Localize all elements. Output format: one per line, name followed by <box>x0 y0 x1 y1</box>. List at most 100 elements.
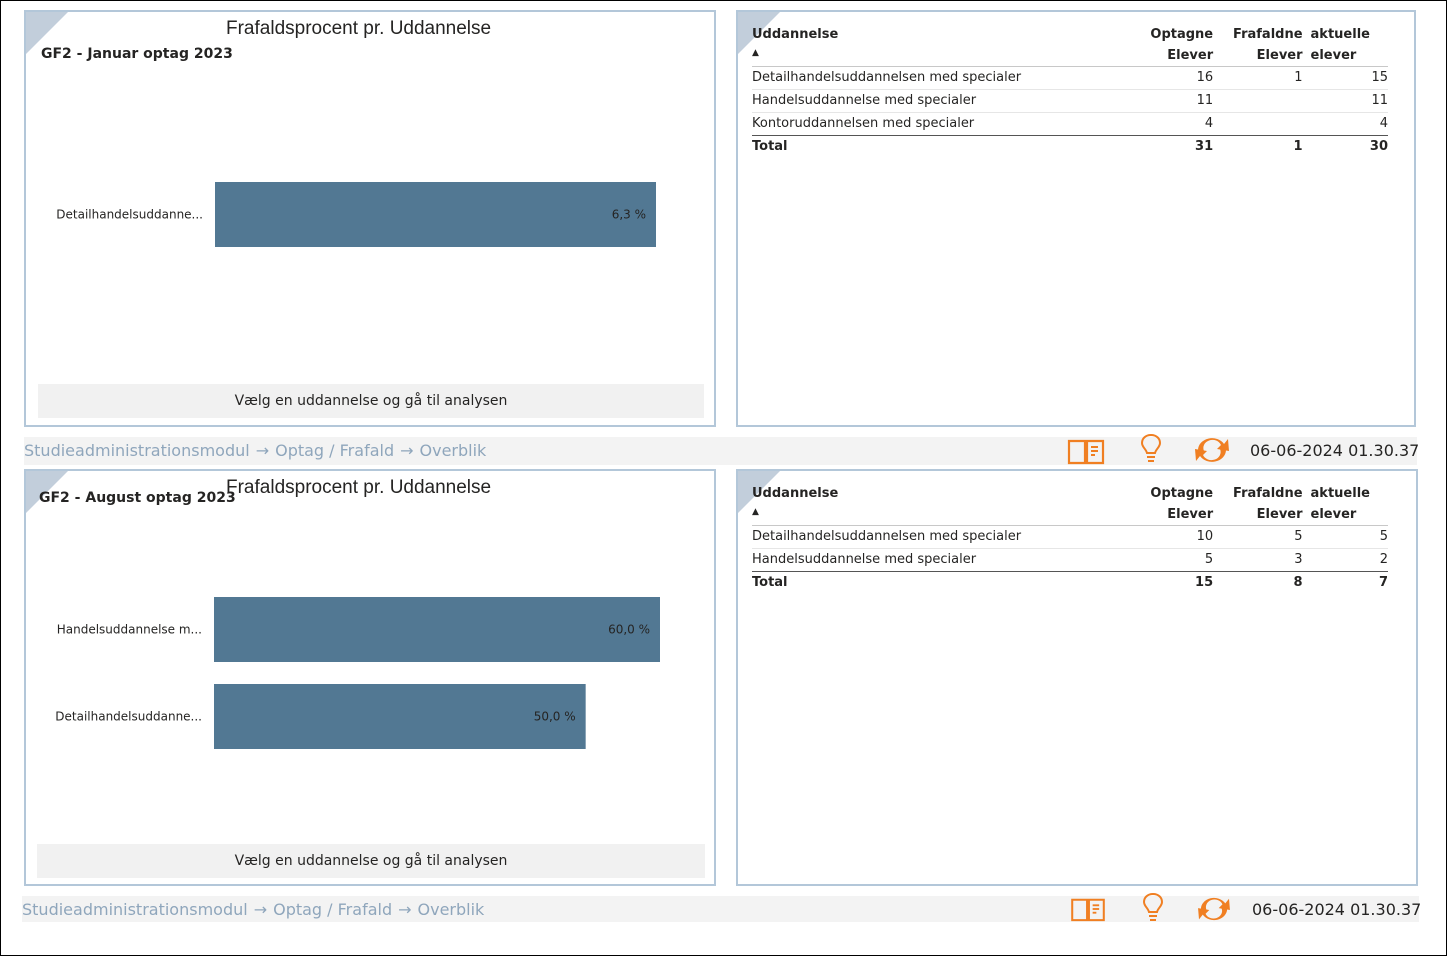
table-header-row: Uddannelse ▲ Optagne Elever Frafaldne Elev… <box>752 24 1388 67</box>
cell-optagne: 4 <box>1125 112 1214 136</box>
cell-frafaldne <box>1213 112 1303 136</box>
chart-title: Frafaldsprocent pr. Uddannelse <box>226 18 492 39</box>
chart-title: Frafaldsprocent pr. Uddannelse <box>226 477 492 498</box>
col-header-label: Uddannelse <box>752 27 839 42</box>
table-row[interactable]: Handelsuddannelse med specialer 11 11 <box>752 89 1388 113</box>
breadcrumb-item[interactable]: Optag / Frafald <box>275 441 394 460</box>
arrow-right-icon: → <box>400 441 414 460</box>
col-header-label: aktuelle <box>1310 486 1370 501</box>
table-row[interactable]: Handelsuddannelse med specialer 5 3 2 <box>752 548 1388 572</box>
cell-uddannelse: Handelsuddannelse med specialer <box>752 548 1126 572</box>
cell-frafaldne: 1 <box>1213 66 1303 90</box>
col-header-label: aktuelle <box>1310 27 1370 42</box>
refresh-icon[interactable] <box>1192 434 1232 466</box>
col-header-uddannelse[interactable]: Uddannelse ▲ <box>752 24 1126 67</box>
table-total-row: Total 15 8 7 <box>752 571 1388 594</box>
col-header-label: Optagne <box>1150 486 1214 501</box>
cell-total-label: Total <box>752 571 1126 594</box>
cell-frafaldne <box>1213 89 1303 113</box>
cell-uddannelse: Kontoruddannelsen med specialer <box>752 112 1126 136</box>
table-panel-august: Uddannelse ▲ Optagne Elever Frafaldne Elev… <box>736 469 1418 886</box>
col-header-optagne[interactable]: Optagne Elever <box>1125 483 1214 526</box>
cell-aktuelle: 11 <box>1302 89 1388 113</box>
last-refresh-timestamp: 06-06-2024 01.30.37 <box>1252 900 1422 919</box>
sort-ascending-icon: ▲ <box>752 507 759 517</box>
breadcrumb-item[interactable]: Overblik <box>418 900 485 919</box>
cell-total-aktuelle: 30 <box>1302 135 1388 158</box>
col-header-label: Elever <box>1256 507 1303 522</box>
arrow-right-icon: → <box>253 900 268 919</box>
footer-bar: Studieadministrationsmodul → Optag / Frafa… <box>24 433 1420 466</box>
sort-ascending-icon: ▲ <box>752 48 759 58</box>
chart-panel-august: Frafaldsprocent pr. Uddannelse GF2 - Aug… <box>24 469 716 886</box>
cell-total-label: Total <box>752 135 1126 158</box>
breadcrumb-item[interactable]: Overblik <box>420 441 487 460</box>
category-label[interactable]: Handelsuddannelse m... <box>57 623 202 637</box>
col-header-uddannelse[interactable]: Uddannelse ▲ <box>752 483 1126 526</box>
col-header-frafaldne[interactable]: Frafaldne Elever <box>1213 483 1303 526</box>
col-header-label: Elever <box>1167 507 1214 522</box>
data-label: 6,3 % <box>612 208 646 222</box>
go-to-analysis-button[interactable]: Vælg en uddannelse og gå til analysen <box>38 384 704 418</box>
cell-aktuelle: 4 <box>1302 112 1388 136</box>
bar[interactable] <box>214 684 586 749</box>
breadcrumb: Studieadministrationsmodul → Optag / Frafa… <box>22 900 484 919</box>
cell-uddannelse: Detailhandelsuddannelsen med specialer <box>752 525 1126 549</box>
uddannelse-table: Uddannelse ▲ Optagne Elever Frafaldne Elev… <box>752 483 1388 594</box>
col-header-label: Elever <box>1256 48 1303 63</box>
col-header-optagne[interactable]: Optagne Elever <box>1125 24 1214 67</box>
chart-subtitle: GF2 - Januar optag 2023 <box>41 46 233 62</box>
cell-frafaldne: 5 <box>1213 525 1303 549</box>
col-header-label: elever <box>1310 48 1357 63</box>
arrow-right-icon: → <box>255 441 270 460</box>
col-header-frafaldne[interactable]: Frafaldne Elever <box>1213 24 1303 67</box>
go-to-analysis-button[interactable]: Vælg en uddannelse og gå til analysen <box>37 844 705 878</box>
last-refresh-timestamp: 06-06-2024 01.30.37 <box>1250 441 1420 460</box>
breadcrumb: Studieadministrationsmodul → Optag / Frafa… <box>24 441 486 460</box>
table-row[interactable]: Detailhandelsuddannelsen med specialer 1… <box>752 66 1388 90</box>
lightbulb-icon[interactable] <box>1141 892 1165 922</box>
bar-chart: Handelsuddannelse m... 60,0 % Detailhandel… <box>55 597 660 749</box>
cell-aktuelle: 2 <box>1302 548 1388 572</box>
arrow-right-icon: → <box>398 900 412 919</box>
col-header-label: Uddannelse <box>752 486 839 501</box>
cell-aktuelle: 5 <box>1302 525 1388 549</box>
cell-optagne: 10 <box>1125 525 1214 549</box>
cell-aktuelle: 15 <box>1302 66 1388 90</box>
category-label[interactable]: Detailhandelsuddanne... <box>56 208 203 222</box>
table-total-row: Total 31 1 30 <box>752 135 1388 158</box>
category-label[interactable]: Detailhandelsuddanne... <box>55 710 202 724</box>
breadcrumb-item[interactable]: Studieadministrationsmodul <box>22 900 248 919</box>
table-panel-januar: Uddannelse ▲ Optagne Elever Frafaldne Elev… <box>736 10 1416 427</box>
cell-total-frafaldne: 8 <box>1213 571 1303 594</box>
col-header-aktuelle[interactable]: aktuelle elever <box>1302 483 1388 526</box>
table-row[interactable]: Kontoruddannelsen med specialer 4 4 <box>752 112 1388 136</box>
chart-panel-januar: Frafaldsprocent pr. Uddannelse GF2 - Jan… <box>24 10 716 427</box>
uddannelse-table: Uddannelse ▲ Optagne Elever Frafaldne Elev… <box>752 24 1388 158</box>
table-row[interactable]: Detailhandelsuddannelsen med specialer 1… <box>752 525 1388 549</box>
refresh-icon[interactable] <box>1194 894 1234 924</box>
cell-uddannelse: Detailhandelsuddannelsen med specialer <box>752 66 1126 90</box>
book-icon[interactable] <box>1068 896 1108 922</box>
cell-total-optagne: 31 <box>1125 135 1214 158</box>
cell-frafaldne: 3 <box>1213 548 1303 572</box>
breadcrumb-item[interactable]: Studieadministrationsmodul <box>24 441 250 460</box>
cell-total-optagne: 15 <box>1125 571 1214 594</box>
cell-uddannelse: Handelsuddannelse med specialer <box>752 89 1126 113</box>
cell-optagne: 5 <box>1125 548 1214 572</box>
col-header-label: Frafaldne <box>1233 486 1303 501</box>
col-header-aktuelle[interactable]: aktuelle elever <box>1302 24 1388 67</box>
bar[interactable] <box>214 597 660 662</box>
footer-bar: Studieadministrationsmodul → Optag / Frafa… <box>22 892 1422 924</box>
table-header-row: Uddannelse ▲ Optagne Elever Frafaldne Elev… <box>752 483 1388 526</box>
col-header-label: Elever <box>1167 48 1214 63</box>
col-header-label: Frafaldne <box>1233 27 1303 42</box>
bar[interactable] <box>215 182 656 247</box>
lightbulb-icon[interactable] <box>1139 433 1163 463</box>
col-header-label: Optagne <box>1150 27 1214 42</box>
bar-chart: Detailhandelsuddanne... 6,3 % <box>56 182 656 247</box>
book-icon[interactable] <box>1066 437 1106 465</box>
cell-optagne: 16 <box>1125 66 1214 90</box>
breadcrumb-item[interactable]: Optag / Frafald <box>273 900 392 919</box>
cell-total-frafaldne: 1 <box>1213 135 1303 158</box>
